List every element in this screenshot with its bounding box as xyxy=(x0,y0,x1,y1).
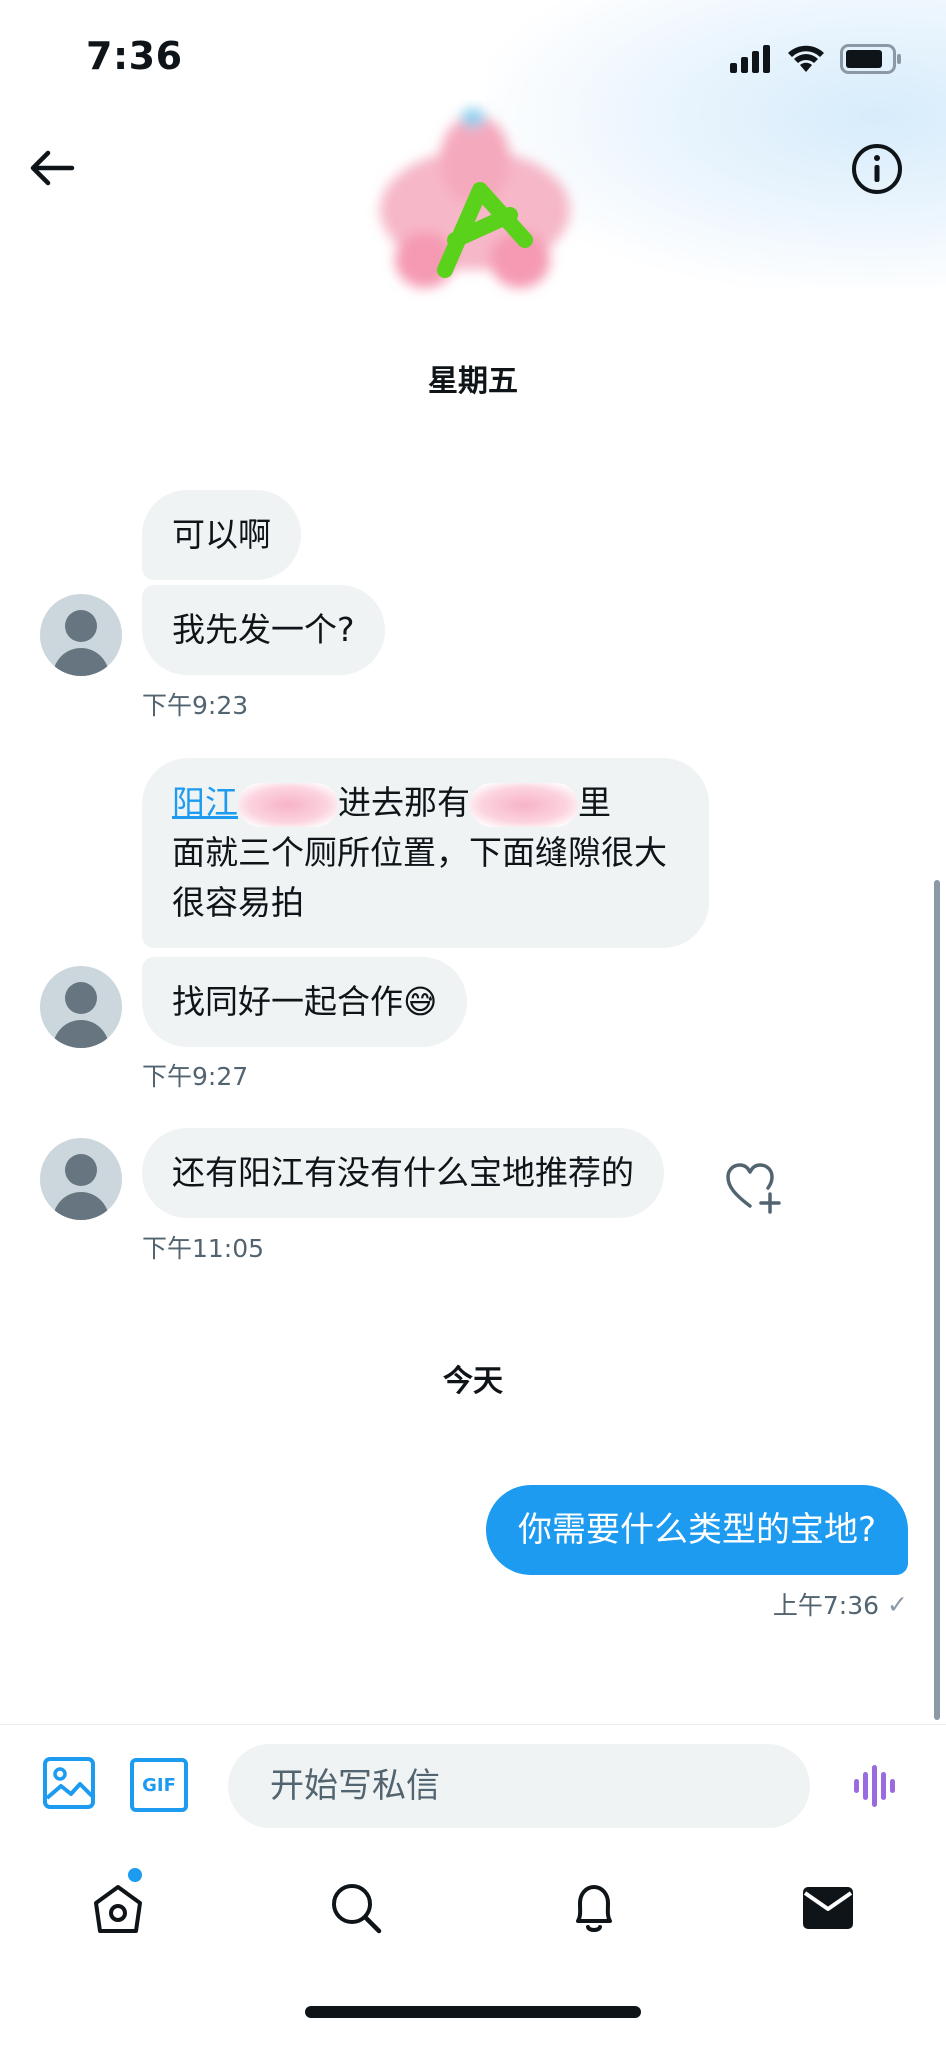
home-icon xyxy=(94,1885,142,1933)
battery-icon xyxy=(840,44,901,74)
date-separator: 今天 xyxy=(443,1364,503,1399)
notifications-bell-icon xyxy=(576,1885,612,1932)
date-separator: 星期五 xyxy=(428,364,518,399)
nav-notifications[interactable] xyxy=(564,1878,624,1938)
home-indicator xyxy=(305,2006,641,2018)
image-button[interactable] xyxy=(42,1756,96,1810)
read-check-icon: ✓ xyxy=(887,1589,908,1619)
message-input[interactable] xyxy=(228,1744,810,1828)
back-button[interactable] xyxy=(22,140,82,196)
cellular-signal-icon xyxy=(730,45,770,73)
info-icon xyxy=(852,144,902,194)
redacted-text xyxy=(238,782,338,827)
redacted-text xyxy=(470,782,578,827)
sent-message[interactable]: 你需要什么类型的宝地? xyxy=(485,1485,908,1575)
info-button[interactable] xyxy=(848,140,906,198)
message-timestamp: 下午11:05 xyxy=(142,1234,265,1263)
contact-avatar[interactable] xyxy=(355,100,595,320)
message-timestamp: 下午9:23 xyxy=(142,691,249,720)
received-message[interactable]: 找同好一起合作😅 xyxy=(142,957,468,1047)
back-arrow-icon xyxy=(30,150,75,186)
home-notification-dot xyxy=(128,1868,142,1882)
received-message[interactable]: 我先发一个? xyxy=(142,585,385,675)
message-timestamp: 下午9:27 xyxy=(142,1062,249,1091)
gif-button[interactable]: GIF xyxy=(130,1758,188,1812)
received-message[interactable]: 还有阳江有没有什么宝地推荐的 xyxy=(142,1128,664,1218)
sender-avatar[interactable] xyxy=(40,1138,122,1220)
sender-avatar[interactable] xyxy=(40,966,122,1048)
composer-divider xyxy=(0,1724,946,1725)
search-icon xyxy=(332,1884,382,1934)
message-timestamp: 上午7:36 xyxy=(772,1591,880,1620)
sent-message-status: 上午7:36 ✓ xyxy=(773,1586,908,1622)
wifi-icon xyxy=(788,45,824,72)
nav-search[interactable] xyxy=(326,1878,386,1938)
received-message[interactable]: 可以啊 xyxy=(142,490,301,580)
mail-icon xyxy=(803,1887,853,1929)
voice-message-icon[interactable] xyxy=(852,1764,900,1808)
nav-messages[interactable] xyxy=(798,1878,858,1938)
sender-avatar[interactable] xyxy=(40,594,122,676)
scrollbar[interactable] xyxy=(934,880,940,1720)
status-time: 7:36 xyxy=(86,34,183,78)
react-heart-add-icon[interactable] xyxy=(724,1160,784,1216)
received-message[interactable]: 阳江 进去那有里 面就三个厕所位置，下面缝隙很大很容易拍 xyxy=(142,758,709,948)
nav-home[interactable] xyxy=(88,1878,148,1938)
status-icons xyxy=(730,44,902,74)
location-link[interactable]: 阳江 xyxy=(172,783,238,822)
